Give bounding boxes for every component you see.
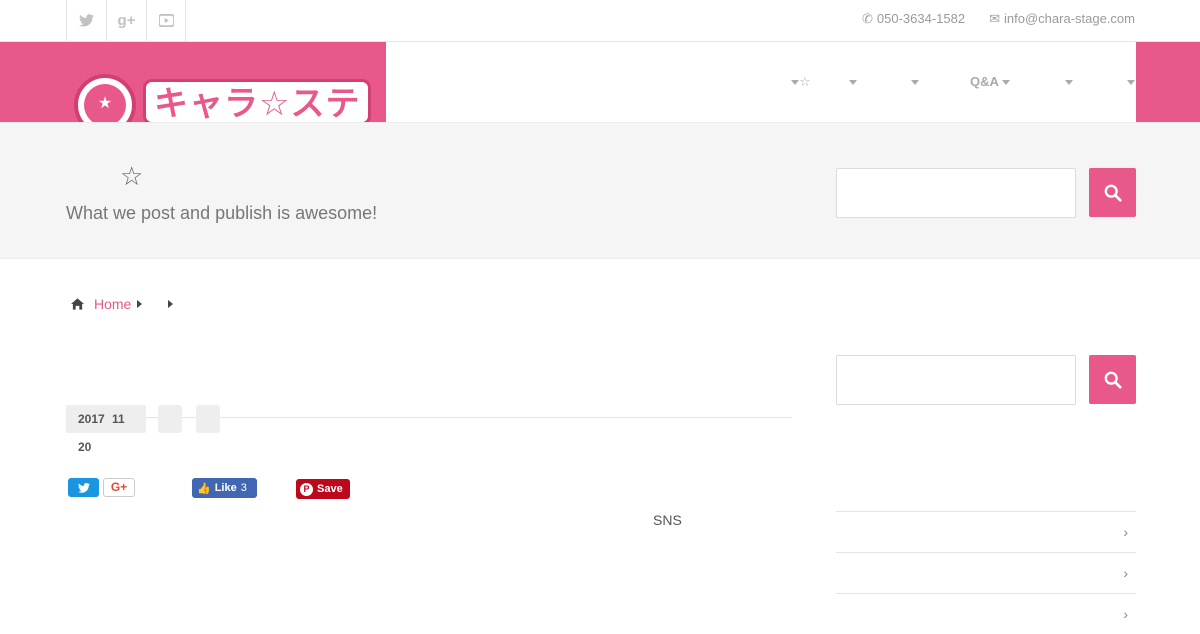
nav-item-5[interactable] <box>1062 74 1073 89</box>
email-contact[interactable]: ✉ info@chara-stage.com <box>989 11 1135 27</box>
chevron-right-icon: › <box>1123 524 1128 540</box>
contact-info: ✆ 050-3634-1582 ✉ info@chara-stage.com <box>862 11 1135 27</box>
google-plus-share-button[interactable]: G+ <box>103 478 135 497</box>
caret-down-icon <box>911 80 919 86</box>
sidebar-list: › › › <box>836 511 1136 634</box>
category-tag[interactable] <box>158 405 182 433</box>
nav-item-1[interactable]: ☆ <box>788 74 811 90</box>
nav-item-6[interactable] <box>1124 74 1135 89</box>
twitter-icon[interactable] <box>66 0 106 41</box>
author-tag[interactable] <box>196 405 220 433</box>
breadcrumb-separator-icon <box>137 300 143 308</box>
breadcrumb: Home <box>71 296 174 312</box>
envelope-icon: ✉ <box>989 11 1001 26</box>
nav-item-qa[interactable]: Q&A <box>970 74 1010 89</box>
pinterest-icon: P <box>300 482 313 496</box>
search-input[interactable] <box>836 168 1076 218</box>
sidebar-search-button[interactable] <box>1089 355 1136 404</box>
site-logo: キャラ☆ステ <box>146 82 369 122</box>
caret-down-icon <box>849 80 857 86</box>
list-item[interactable]: › <box>836 511 1136 552</box>
page-title: ☆ <box>120 161 144 191</box>
site-header: ★ キャラ☆ステ ☆ Q&A <box>0 42 1200 122</box>
chevron-right-icon: › <box>1123 606 1128 622</box>
logo-area[interactable]: ★ キャラ☆ステ <box>0 42 386 122</box>
nav-item-2[interactable] <box>846 74 857 89</box>
search-icon <box>1104 371 1122 389</box>
site-tagline: What we post and publish is awesome! <box>66 203 378 223</box>
caret-down-icon <box>1001 80 1010 86</box>
breadcrumb-separator-icon <box>168 300 174 308</box>
twitter-icon <box>77 482 90 493</box>
sidebar-search-input[interactable] <box>836 355 1076 405</box>
caret-down-icon <box>1127 80 1135 86</box>
post-date: 2017 11 20 <box>66 405 146 454</box>
list-item[interactable]: › <box>836 552 1136 593</box>
phone-icon: ✆ <box>862 11 873 26</box>
search-icon <box>1104 184 1122 202</box>
thumbs-up-icon: 👍 <box>197 482 211 495</box>
breadcrumb-home[interactable]: Home <box>94 296 131 312</box>
email-address: info@chara-stage.com <box>1004 11 1135 26</box>
page-hero: ☆ What we post and publish is awesome! <box>0 122 1200 259</box>
search-button[interactable] <box>1089 168 1136 217</box>
star-icon: ★ <box>84 84 126 122</box>
chevron-right-icon: › <box>1123 565 1128 581</box>
caret-down-icon <box>791 80 799 86</box>
header-accent <box>1136 42 1200 122</box>
social-links: g+ <box>66 0 186 41</box>
main-nav: ☆ Q&A <box>386 42 1136 122</box>
logo-mark: ★ <box>74 74 136 122</box>
list-item[interactable]: › <box>836 593 1136 634</box>
nav-item-3[interactable] <box>908 74 919 89</box>
top-bar: g+ ✆ 050-3634-1582 ✉ info@chara-stage.com <box>0 0 1200 42</box>
facebook-like-button[interactable]: 👍 Like 3 <box>192 478 257 498</box>
caret-down-icon <box>1065 80 1073 86</box>
tweet-button[interactable] <box>68 478 99 497</box>
phone-number: 050-3634-1582 <box>876 11 966 26</box>
youtube-icon[interactable] <box>146 0 186 41</box>
sns-text: SNS <box>653 512 682 528</box>
pinterest-save-button[interactable]: P Save <box>296 479 350 499</box>
google-plus-icon[interactable]: g+ <box>106 0 146 41</box>
like-count: 3 <box>240 482 247 494</box>
phone-contact[interactable]: ✆ 050-3634-1582 <box>862 11 965 27</box>
home-icon <box>71 298 84 310</box>
